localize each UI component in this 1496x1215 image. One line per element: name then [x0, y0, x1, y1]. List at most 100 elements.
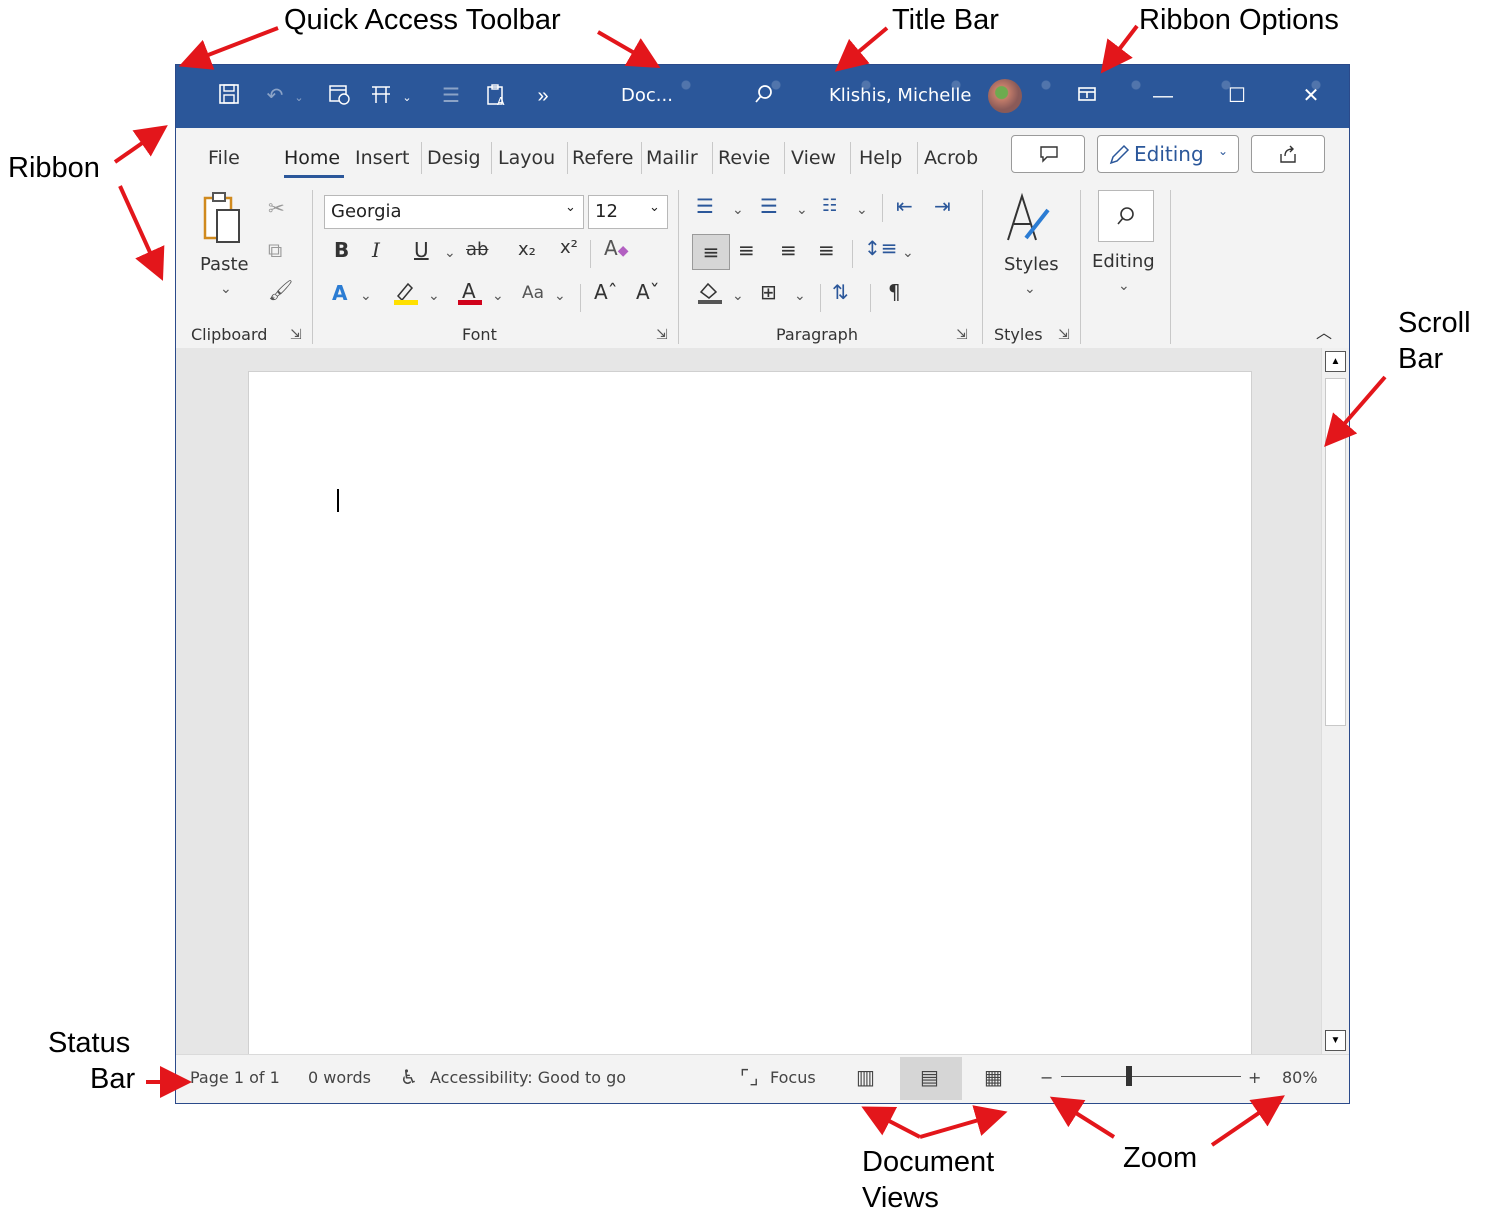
editing-mode-button[interactable]: Editing ⌄ — [1097, 135, 1239, 173]
paste-dropdown-icon[interactable]: ⌄ — [220, 277, 232, 301]
dialog-launcher-icon[interactable]: ⇲ — [956, 323, 968, 347]
font-size-dropdown[interactable]: 12 ⌄ — [588, 195, 668, 229]
show-marks-button[interactable]: ¶ — [888, 280, 901, 304]
clear-format-icon[interactable]: A◆ — [604, 236, 628, 263]
tab-design[interactable]: Desig — [427, 146, 485, 170]
dialog-launcher-icon[interactable]: ⇲ — [290, 323, 302, 347]
superscript-button[interactable]: x² — [560, 236, 578, 260]
sort-icon[interactable]: ⇅ — [832, 280, 849, 304]
paste-icon[interactable] — [202, 190, 242, 251]
word-count[interactable]: 0 words — [308, 1067, 371, 1089]
subscript-button[interactable]: x₂ — [518, 238, 536, 262]
close-button[interactable]: ✕ — [1298, 83, 1324, 109]
more-commands-icon[interactable]: » — [530, 83, 556, 109]
scroll-down-button[interactable]: ▼ — [1325, 1030, 1346, 1051]
text-effects-icon[interactable]: A — [332, 281, 347, 305]
format-painter-icon[interactable]: 🖌 — [268, 278, 293, 302]
zoom-slider-track[interactable] — [1061, 1076, 1241, 1077]
search-icon[interactable] — [751, 83, 777, 109]
read-mode-icon[interactable]: ▥ — [856, 1064, 875, 1090]
dialog-launcher-icon[interactable]: ⇲ — [656, 323, 668, 347]
styles-dropdown-icon[interactable]: ⌄ — [1024, 277, 1036, 301]
line-spacing-icon[interactable]: ↕≡ — [864, 236, 898, 260]
tab-insert[interactable]: Insert — [355, 146, 415, 170]
borders-icon[interactable]: ⊞ — [760, 280, 777, 304]
editing-dropdown-icon[interactable]: ⌄ — [1118, 274, 1130, 298]
minimize-button[interactable]: — — [1150, 83, 1176, 109]
calendar-icon[interactable] — [326, 83, 352, 109]
decrease-indent-icon[interactable]: ⇤ — [896, 194, 913, 218]
multilevel-dropdown-icon[interactable]: ⌄ — [856, 198, 868, 222]
styles-button[interactable]: Styles — [1004, 253, 1059, 277]
align-left-button[interactable]: ≡ — [692, 234, 730, 270]
styles-icon[interactable] — [1004, 190, 1052, 251]
page-count[interactable]: Page 1 of 1 — [190, 1067, 280, 1089]
tab-review[interactable]: Revie — [718, 146, 782, 170]
web-layout-icon[interactable]: ▦ — [984, 1064, 1003, 1090]
bullets-icon[interactable]: ☰ — [696, 194, 714, 218]
document-page[interactable] — [248, 371, 1252, 1071]
justify-button[interactable]: ≡ — [818, 238, 835, 262]
numbering-dropdown-icon[interactable]: ⌄ — [796, 198, 808, 222]
undo-dropdown-icon[interactable]: ⌄ — [286, 85, 312, 111]
focus-button[interactable]: Focus — [770, 1067, 816, 1089]
scroll-thumb[interactable] — [1325, 378, 1346, 726]
collapse-ribbon-icon[interactable]: ︿ — [1316, 321, 1332, 345]
ribbon-display-icon[interactable] — [1074, 83, 1100, 109]
align-right-button[interactable]: ≡ — [780, 238, 797, 262]
font-color-dropdown-icon[interactable]: ⌄ — [492, 284, 504, 308]
document-name[interactable]: Doc... — [621, 83, 673, 109]
tab-view[interactable]: View — [791, 146, 845, 170]
tab-references[interactable]: Refere — [572, 146, 640, 170]
line-spacing-dropdown-icon[interactable]: ⌄ — [902, 241, 914, 265]
multilevel-icon[interactable]: ☷ — [822, 194, 837, 218]
increase-indent-icon[interactable]: ⇥ — [934, 194, 951, 218]
italic-button[interactable]: I — [372, 238, 380, 262]
zoom-slider-knob[interactable] — [1126, 1066, 1132, 1086]
align-center-button[interactable]: ≡ — [738, 238, 755, 262]
grow-font-button[interactable]: Aˆ — [594, 280, 618, 304]
tab-mailings[interactable]: Mailir — [646, 146, 710, 170]
tab-help[interactable]: Help — [859, 146, 913, 170]
highlighter-icon[interactable] — [392, 278, 418, 311]
shading-dropdown-icon[interactable]: ⌄ — [732, 284, 744, 308]
tab-acrobat[interactable]: Acrob — [924, 146, 986, 170]
comments-button[interactable] — [1011, 135, 1085, 173]
change-case-dropdown-icon[interactable]: ⌄ — [554, 284, 566, 308]
vertical-scrollbar[interactable]: ▲ ▼ — [1321, 348, 1349, 1054]
tab-file[interactable]: File — [208, 146, 248, 170]
tab-home[interactable]: Home — [284, 146, 344, 170]
zoom-level[interactable]: 80% — [1282, 1067, 1318, 1089]
zoom-in-button[interactable]: + — [1248, 1067, 1261, 1089]
bold-button[interactable]: B — [334, 238, 349, 262]
bullets-dropdown-icon[interactable]: ⌄ — [732, 198, 744, 222]
layout-icon[interactable] — [368, 83, 394, 109]
shrink-font-button[interactable]: Aˇ — [636, 280, 660, 304]
accessibility-status[interactable]: Accessibility: Good to go — [430, 1067, 626, 1089]
maximize-button[interactable]: ☐ — [1224, 83, 1250, 109]
share-button[interactable] — [1251, 135, 1325, 173]
borders-dropdown-icon[interactable]: ⌄ — [794, 284, 806, 308]
font-name-dropdown[interactable]: Georgia ⌄ — [324, 195, 584, 229]
align-icon[interactable]: ☰ — [438, 83, 464, 109]
zoom-out-button[interactable]: − — [1040, 1067, 1053, 1089]
layout-dropdown-icon[interactable]: ⌄ — [394, 85, 420, 111]
clipboard-a-icon[interactable]: A — [484, 83, 510, 109]
editing-group-button[interactable]: Editing — [1092, 250, 1155, 274]
dialog-launcher-icon[interactable]: ⇲ — [1058, 323, 1070, 347]
text-effects-dropdown-icon[interactable]: ⌄ — [360, 284, 372, 308]
font-color-icon[interactable]: A — [456, 278, 482, 311]
underline-dropdown-icon[interactable]: ⌄ — [444, 241, 456, 265]
change-case-button[interactable]: Aa — [522, 281, 544, 305]
strikethrough-button[interactable]: ab — [466, 238, 488, 262]
find-icon[interactable] — [1098, 190, 1154, 242]
scroll-up-button[interactable]: ▲ — [1325, 351, 1346, 372]
user-name[interactable]: Klishis, Michelle — [829, 83, 971, 109]
undo-icon[interactable]: ↶ — [262, 83, 288, 109]
cut-icon[interactable]: ✂ — [268, 196, 285, 220]
paste-button[interactable]: Paste — [200, 253, 249, 277]
shading-icon[interactable] — [696, 278, 722, 311]
numbering-icon[interactable]: ☰ — [760, 194, 778, 218]
tab-layout[interactable]: Layou — [498, 146, 562, 170]
avatar[interactable] — [988, 79, 1022, 113]
